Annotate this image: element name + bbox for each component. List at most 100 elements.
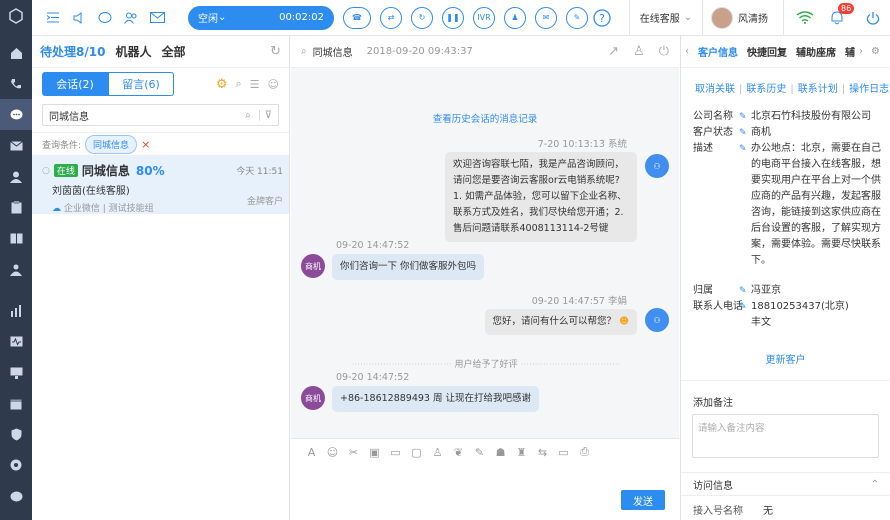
edit-icon[interactable]: ✎ [739,299,751,315]
print-icon[interactable]: ⎙ [574,445,595,459]
bag-icon[interactable]: ☗ [490,446,511,459]
robot-icon[interactable]: ♙ [427,446,448,459]
help-icon[interactable]: ? [589,0,615,36]
settings-icon[interactable]: ⚙ [871,46,880,57]
collapse-icon[interactable]: ⌃ [871,479,879,490]
monitor-wave-icon[interactable] [0,326,32,357]
power-icon[interactable] [860,0,886,36]
screen-icon[interactable] [0,357,32,388]
condition-chip[interactable]: 同城信息 [85,134,138,154]
visit-info-header[interactable]: 访问信息 ⌃ [681,472,890,496]
emoji-icon[interactable]: ☺ [322,446,343,459]
edit-icon[interactable]: ✎ [739,283,751,299]
hangup-icon[interactable]: ☎ [343,6,371,29]
edit-icon[interactable]: ✎ [739,125,751,141]
tab-more[interactable]: 辅 [845,44,855,59]
chat-icon[interactable] [0,99,32,130]
scissors-icon[interactable]: ✂ [343,446,364,459]
tab-robot[interactable]: 机器人 [115,43,151,60]
conversation-item[interactable]: ○ 在线 同城信息 80% 今天 11:51 刘茵茵(在线客服) ☁ 企业微信 | 测… [32,156,289,214]
search-input[interactable]: 同城信息 ⌕ ⊽ [42,104,279,126]
unlink-link[interactable]: 取消关联 [695,84,735,95]
home-icon[interactable] [0,37,32,68]
assign-user-icon[interactable]: ♙ [633,44,645,59]
end-session-icon[interactable]: ⏻ [659,44,669,59]
transfer-icon[interactable]: ⇄ [380,6,402,29]
refresh-call-icon[interactable]: ↻ [411,6,433,29]
user-menu[interactable]: 风清扬 [703,6,783,29]
service-mode-select[interactable]: 在线客服 ⌄ [630,10,702,25]
team-icon[interactable] [0,254,32,285]
field-value: 商机 [751,127,771,138]
refresh-icon[interactable]: ↻ [270,44,281,59]
lock-icon[interactable]: ♜ [511,446,532,459]
update-customer-button[interactable]: 更新客户 [681,351,890,366]
phone-icon[interactable] [0,68,32,99]
operation-log-link[interactable]: 操作日志 [849,84,889,95]
robot-badge-icon[interactable]: ⚙ [216,77,228,92]
leaf-icon[interactable]: ❦ [448,446,469,459]
report-icon[interactable] [0,295,32,326]
ivr-button[interactable]: IVR [473,6,495,29]
message-meta: 7-20 10:13:13 系统 [537,139,627,150]
pause-icon[interactable]: ❚❚ [442,6,464,29]
tab-prev-icon[interactable]: ‹ [685,46,689,57]
tab-all[interactable]: 全部 [161,43,185,60]
chat-bubble-icon[interactable] [92,0,118,36]
note-input[interactable]: 请输入备注内容 [692,414,879,458]
screen-share-icon[interactable]: ▭ [553,446,574,459]
message-meta: 09-20 14:47:52 [336,240,410,251]
chat-search-icon[interactable]: ⌕ [301,46,307,57]
contacts-icon[interactable] [118,0,144,36]
book-icon[interactable] [0,223,32,254]
sort-icon[interactable]: ☰ [250,78,260,91]
tab-next-icon[interactable]: › [859,46,863,57]
bell-icon[interactable]: 86 [824,0,855,36]
tab-quick-reply[interactable]: 快捷回复 [747,44,787,59]
knowledge-icon[interactable]: ✎ [469,446,490,459]
search-icon[interactable]: ⌕ [235,77,241,91]
customer-info-panel: ‹ 客户信息 快捷回复 辅助座席 辅 › ⚙ 取消关联 | 联系历史 | 联系计划 | 操作… [680,36,890,520]
speaker-icon[interactable] [66,0,92,36]
sms-icon[interactable]: ✉ [535,6,557,29]
conversation-name: 同城信息 [81,164,130,178]
remove-condition-icon[interactable]: × [141,138,150,151]
envelope-icon[interactable] [144,0,170,36]
chat-title: 同城信息 [312,48,353,59]
tab-sessions[interactable]: 会话(2) [42,72,108,96]
video-icon[interactable]: ▭ [385,446,406,459]
send-button[interactable]: 发送 [621,490,665,510]
font-icon[interactable]: A [301,446,322,459]
location-icon[interactable] [0,450,32,481]
calendar-icon[interactable] [0,388,32,419]
user-name: 风清扬 [738,14,768,25]
mail-icon[interactable] [0,130,32,161]
tab-pending[interactable]: 待处理8/10 [40,43,105,60]
filter-icon[interactable]: ⊽ [258,109,272,121]
share-icon[interactable]: ↗ [608,44,619,59]
list-tabs: 待处理8/10 机器人 全部 ↻ [32,36,289,68]
conference-icon[interactable]: ♟ [504,6,526,29]
user-icon[interactable] [0,161,32,192]
magnifier-icon[interactable]: ⌕ [245,110,251,121]
bot-icon[interactable]: ☺ [268,78,279,91]
tab-messages[interactable]: 留言(6) [108,72,174,96]
image-icon[interactable]: ▣ [364,446,385,459]
message-icon[interactable] [0,481,32,512]
tab-customer-info[interactable]: 客户信息 [698,44,738,59]
tab-assist-agent[interactable]: 辅助座席 [796,44,836,59]
collapse-menu-icon[interactable] [40,0,66,36]
folder-icon[interactable]: ▢ [406,446,427,459]
clipboard-icon[interactable] [0,192,32,223]
contact-plan-link[interactable]: 联系计划 [798,84,838,95]
edit-icon[interactable]: ✎ [739,141,751,269]
message-bubble: 欢迎咨询容联七陌，我是产品咨询顾问，请问您是要咨询云客服or云电销系统呢? 1.… [445,152,637,242]
shield-icon[interactable] [0,419,32,450]
contact-history-link[interactable]: 联系历史 [746,84,786,95]
agent-status-selector[interactable]: 空闲 ⌄ 00:02:02 [188,5,334,30]
compass-icon[interactable] [0,512,32,520]
tag-icon[interactable]: ✎ [566,6,588,29]
history-link[interactable]: 查看历史会话的消息记录 [291,111,679,125]
edit-icon[interactable]: ✎ [739,109,751,125]
transfer-icon[interactable]: ⇆ [532,446,553,459]
